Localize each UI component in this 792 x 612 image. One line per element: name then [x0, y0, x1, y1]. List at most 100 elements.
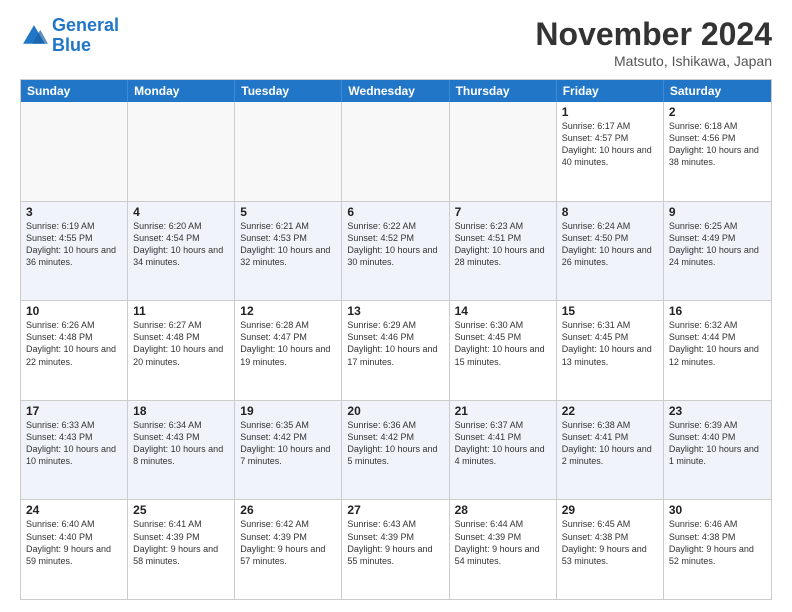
day-info: Sunrise: 6:33 AM Sunset: 4:43 PM Dayligh… — [26, 419, 122, 468]
day-info: Sunrise: 6:43 AM Sunset: 4:39 PM Dayligh… — [347, 518, 443, 567]
day-cell-13: 13Sunrise: 6:29 AM Sunset: 4:46 PM Dayli… — [342, 301, 449, 400]
header-cell-friday: Friday — [557, 80, 664, 102]
day-info: Sunrise: 6:22 AM Sunset: 4:52 PM Dayligh… — [347, 220, 443, 269]
empty-cell — [342, 102, 449, 201]
day-number: 30 — [669, 503, 766, 517]
day-number: 27 — [347, 503, 443, 517]
day-info: Sunrise: 6:26 AM Sunset: 4:48 PM Dayligh… — [26, 319, 122, 368]
day-info: Sunrise: 6:36 AM Sunset: 4:42 PM Dayligh… — [347, 419, 443, 468]
day-number: 24 — [26, 503, 122, 517]
day-info: Sunrise: 6:17 AM Sunset: 4:57 PM Dayligh… — [562, 120, 658, 169]
day-number: 11 — [133, 304, 229, 318]
day-info: Sunrise: 6:28 AM Sunset: 4:47 PM Dayligh… — [240, 319, 336, 368]
calendar-row-1: 3Sunrise: 6:19 AM Sunset: 4:55 PM Daylig… — [21, 202, 771, 302]
day-number: 12 — [240, 304, 336, 318]
day-number: 9 — [669, 205, 766, 219]
location: Matsuto, Ishikawa, Japan — [535, 53, 772, 69]
day-cell-1: 1Sunrise: 6:17 AM Sunset: 4:57 PM Daylig… — [557, 102, 664, 201]
calendar-row-2: 10Sunrise: 6:26 AM Sunset: 4:48 PM Dayli… — [21, 301, 771, 401]
day-info: Sunrise: 6:31 AM Sunset: 4:45 PM Dayligh… — [562, 319, 658, 368]
day-cell-15: 15Sunrise: 6:31 AM Sunset: 4:45 PM Dayli… — [557, 301, 664, 400]
day-cell-11: 11Sunrise: 6:27 AM Sunset: 4:48 PM Dayli… — [128, 301, 235, 400]
day-cell-3: 3Sunrise: 6:19 AM Sunset: 4:55 PM Daylig… — [21, 202, 128, 301]
empty-cell — [450, 102, 557, 201]
day-cell-26: 26Sunrise: 6:42 AM Sunset: 4:39 PM Dayli… — [235, 500, 342, 599]
header-cell-thursday: Thursday — [450, 80, 557, 102]
logo-icon — [20, 22, 48, 50]
day-info: Sunrise: 6:34 AM Sunset: 4:43 PM Dayligh… — [133, 419, 229, 468]
day-number: 17 — [26, 404, 122, 418]
day-cell-8: 8Sunrise: 6:24 AM Sunset: 4:50 PM Daylig… — [557, 202, 664, 301]
day-info: Sunrise: 6:32 AM Sunset: 4:44 PM Dayligh… — [669, 319, 766, 368]
calendar-row-3: 17Sunrise: 6:33 AM Sunset: 4:43 PM Dayli… — [21, 401, 771, 501]
day-info: Sunrise: 6:38 AM Sunset: 4:41 PM Dayligh… — [562, 419, 658, 468]
day-cell-27: 27Sunrise: 6:43 AM Sunset: 4:39 PM Dayli… — [342, 500, 449, 599]
calendar: SundayMondayTuesdayWednesdayThursdayFrid… — [20, 79, 772, 600]
day-cell-12: 12Sunrise: 6:28 AM Sunset: 4:47 PM Dayli… — [235, 301, 342, 400]
day-number: 19 — [240, 404, 336, 418]
day-number: 22 — [562, 404, 658, 418]
day-cell-18: 18Sunrise: 6:34 AM Sunset: 4:43 PM Dayli… — [128, 401, 235, 500]
day-info: Sunrise: 6:29 AM Sunset: 4:46 PM Dayligh… — [347, 319, 443, 368]
empty-cell — [235, 102, 342, 201]
day-info: Sunrise: 6:40 AM Sunset: 4:40 PM Dayligh… — [26, 518, 122, 567]
day-number: 6 — [347, 205, 443, 219]
day-number: 20 — [347, 404, 443, 418]
day-cell-5: 5Sunrise: 6:21 AM Sunset: 4:53 PM Daylig… — [235, 202, 342, 301]
day-cell-24: 24Sunrise: 6:40 AM Sunset: 4:40 PM Dayli… — [21, 500, 128, 599]
calendar-body: 1Sunrise: 6:17 AM Sunset: 4:57 PM Daylig… — [21, 102, 771, 599]
day-number: 16 — [669, 304, 766, 318]
day-cell-22: 22Sunrise: 6:38 AM Sunset: 4:41 PM Dayli… — [557, 401, 664, 500]
day-cell-19: 19Sunrise: 6:35 AM Sunset: 4:42 PM Dayli… — [235, 401, 342, 500]
day-cell-10: 10Sunrise: 6:26 AM Sunset: 4:48 PM Dayli… — [21, 301, 128, 400]
day-number: 15 — [562, 304, 658, 318]
day-cell-16: 16Sunrise: 6:32 AM Sunset: 4:44 PM Dayli… — [664, 301, 771, 400]
day-number: 5 — [240, 205, 336, 219]
day-number: 2 — [669, 105, 766, 119]
day-cell-29: 29Sunrise: 6:45 AM Sunset: 4:38 PM Dayli… — [557, 500, 664, 599]
day-info: Sunrise: 6:45 AM Sunset: 4:38 PM Dayligh… — [562, 518, 658, 567]
day-number: 21 — [455, 404, 551, 418]
logo-line1: General — [52, 15, 119, 35]
day-number: 10 — [26, 304, 122, 318]
day-cell-14: 14Sunrise: 6:30 AM Sunset: 4:45 PM Dayli… — [450, 301, 557, 400]
day-number: 25 — [133, 503, 229, 517]
day-info: Sunrise: 6:25 AM Sunset: 4:49 PM Dayligh… — [669, 220, 766, 269]
day-info: Sunrise: 6:41 AM Sunset: 4:39 PM Dayligh… — [133, 518, 229, 567]
day-cell-30: 30Sunrise: 6:46 AM Sunset: 4:38 PM Dayli… — [664, 500, 771, 599]
day-info: Sunrise: 6:18 AM Sunset: 4:56 PM Dayligh… — [669, 120, 766, 169]
day-info: Sunrise: 6:35 AM Sunset: 4:42 PM Dayligh… — [240, 419, 336, 468]
empty-cell — [21, 102, 128, 201]
day-cell-23: 23Sunrise: 6:39 AM Sunset: 4:40 PM Dayli… — [664, 401, 771, 500]
day-number: 28 — [455, 503, 551, 517]
day-number: 7 — [455, 205, 551, 219]
day-number: 4 — [133, 205, 229, 219]
day-number: 1 — [562, 105, 658, 119]
day-info: Sunrise: 6:21 AM Sunset: 4:53 PM Dayligh… — [240, 220, 336, 269]
day-cell-21: 21Sunrise: 6:37 AM Sunset: 4:41 PM Dayli… — [450, 401, 557, 500]
calendar-header: SundayMondayTuesdayWednesdayThursdayFrid… — [21, 80, 771, 102]
day-number: 13 — [347, 304, 443, 318]
day-cell-20: 20Sunrise: 6:36 AM Sunset: 4:42 PM Dayli… — [342, 401, 449, 500]
calendar-row-0: 1Sunrise: 6:17 AM Sunset: 4:57 PM Daylig… — [21, 102, 771, 202]
day-number: 18 — [133, 404, 229, 418]
header-cell-sunday: Sunday — [21, 80, 128, 102]
logo-line2: Blue — [52, 35, 91, 55]
day-info: Sunrise: 6:23 AM Sunset: 4:51 PM Dayligh… — [455, 220, 551, 269]
day-number: 26 — [240, 503, 336, 517]
day-cell-2: 2Sunrise: 6:18 AM Sunset: 4:56 PM Daylig… — [664, 102, 771, 201]
day-info: Sunrise: 6:42 AM Sunset: 4:39 PM Dayligh… — [240, 518, 336, 567]
day-cell-28: 28Sunrise: 6:44 AM Sunset: 4:39 PM Dayli… — [450, 500, 557, 599]
empty-cell — [128, 102, 235, 201]
day-info: Sunrise: 6:30 AM Sunset: 4:45 PM Dayligh… — [455, 319, 551, 368]
month-title: November 2024 — [535, 16, 772, 53]
header-cell-monday: Monday — [128, 80, 235, 102]
day-cell-9: 9Sunrise: 6:25 AM Sunset: 4:49 PM Daylig… — [664, 202, 771, 301]
day-info: Sunrise: 6:37 AM Sunset: 4:41 PM Dayligh… — [455, 419, 551, 468]
header: General Blue November 2024 Matsuto, Ishi… — [20, 16, 772, 69]
day-info: Sunrise: 6:46 AM Sunset: 4:38 PM Dayligh… — [669, 518, 766, 567]
day-info: Sunrise: 6:39 AM Sunset: 4:40 PM Dayligh… — [669, 419, 766, 468]
day-number: 23 — [669, 404, 766, 418]
day-cell-4: 4Sunrise: 6:20 AM Sunset: 4:54 PM Daylig… — [128, 202, 235, 301]
day-number: 8 — [562, 205, 658, 219]
